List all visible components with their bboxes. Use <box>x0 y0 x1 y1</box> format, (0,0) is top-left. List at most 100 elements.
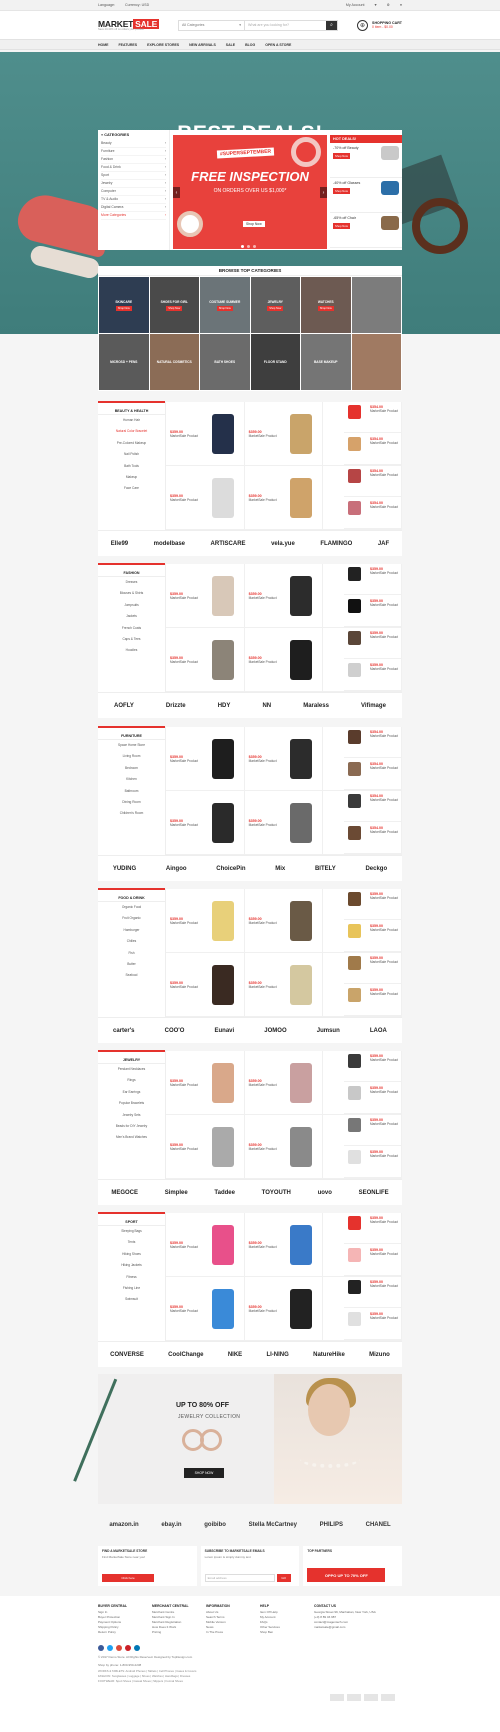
category-tile[interactable]: WATCHES Shop Now <box>301 277 351 333</box>
partner-logo[interactable]: amazon.in <box>109 1522 138 1528</box>
brand-logo[interactable]: Mizuno <box>369 1352 390 1358</box>
subcategory-link[interactable]: Caps & Tees <box>98 634 165 645</box>
subscribe-button[interactable]: GO <box>276 1574 291 1582</box>
category-tile[interactable]: JEWELRY Shop Now <box>250 277 300 333</box>
product-card[interactable]: $359.00 MarketSale Product <box>244 727 324 791</box>
side-product[interactable]: $359.00 MarketSale Product <box>344 889 402 920</box>
side-product[interactable]: $354.00 MarketSale Product <box>344 759 402 790</box>
side-product[interactable]: $359.00 MarketSale Product <box>344 628 402 659</box>
subcategory-link[interactable]: Blouses & Shirts <box>98 588 165 599</box>
subcategory-link[interactable]: Dining Room <box>98 797 165 808</box>
brand-logo[interactable]: COO'O <box>165 1028 185 1034</box>
subcategory-link[interactable]: Bathroom <box>98 786 165 797</box>
slide-button[interactable]: Shop Now <box>243 221 265 227</box>
subcategory-link[interactable]: Hoodies <box>98 645 165 656</box>
language-select[interactable]: Language: <box>98 3 115 7</box>
tile-shop-button[interactable]: Shop Now <box>166 305 183 311</box>
nav-item-4[interactable]: SALE <box>226 43 235 47</box>
subcategory-link[interactable]: Seafood <box>98 970 165 981</box>
brand-logo[interactable]: JAF <box>378 541 389 547</box>
shop-now-button[interactable]: Shop Now <box>333 153 350 159</box>
brand-logo[interactable]: YUDING <box>113 866 136 872</box>
tile-shop-button[interactable]: Shop Now <box>267 305 284 311</box>
facebook-icon[interactable] <box>98 1645 104 1651</box>
email-field[interactable]: Email address <box>204 1574 275 1582</box>
footer-link[interactable]: Shop Ben <box>260 1630 306 1635</box>
category-tile[interactable]: FLOOR STAND <box>250 334 300 390</box>
promo-slider[interactable]: #SUPERSEPTEMBER FREE INSPECTION ON ORDER… <box>173 135 327 249</box>
partner-logo[interactable]: goibibo <box>204 1522 226 1528</box>
hot-deal-item[interactable]: -40% off Glasses Shop Now <box>330 178 402 213</box>
brand-logo[interactable]: ChoicePin <box>216 866 245 872</box>
footer-link[interactable]: Pricing <box>152 1630 198 1635</box>
product-card[interactable]: $359.00 MarketSale Product <box>166 889 245 953</box>
side-product[interactable]: $359.00 MarketSale Product <box>344 596 402 627</box>
hot-deal-item[interactable]: -65% off Chair Shop Now <box>330 213 402 248</box>
pinterest-icon[interactable] <box>125 1645 131 1651</box>
brand-logo[interactable]: LAOA <box>370 1028 387 1034</box>
click-here-button[interactable]: Click here <box>102 1574 154 1582</box>
category-tile[interactable]: BATH SHOES <box>200 334 250 390</box>
category-item[interactable]: More Categories › <box>101 212 166 220</box>
subcategory-link[interactable]: Beads for DIY Jewelry <box>98 1121 165 1132</box>
subcategory-link[interactable]: Jumpsuits <box>98 600 165 611</box>
category-item[interactable]: Furniture › <box>101 148 166 156</box>
side-product[interactable]: $359.00 MarketSale Product <box>344 564 402 595</box>
subcategory-link[interactable]: Jewelry Sets <box>98 1110 165 1121</box>
product-card[interactable]: $359.00 MarketSale Product <box>166 1115 245 1179</box>
brand-logo[interactable]: Vifimage <box>361 703 386 709</box>
subcategory-link[interactable]: Jackets <box>98 611 165 622</box>
linkedin-icon[interactable] <box>134 1645 140 1651</box>
brand-logo[interactable]: HDY <box>218 703 231 709</box>
tile-shop-button[interactable]: Shop Now <box>317 305 334 311</box>
subcategory-link[interactable]: Hamburger <box>98 925 165 936</box>
product-card[interactable]: $359.00 MarketSale Product <box>244 791 324 855</box>
product-card[interactable]: $359.00 MarketSale Product <box>244 1051 324 1115</box>
brand-logo[interactable]: NIKE <box>228 1352 242 1358</box>
subcategory-link[interactable]: Fish <box>98 948 165 959</box>
nav-item-1[interactable]: FEATURES <box>119 43 138 47</box>
subcategory-link[interactable]: Bedroom <box>98 763 165 774</box>
prev-arrow-icon[interactable]: ‹ <box>173 187 180 198</box>
side-product[interactable]: $359.00 MarketSale Product <box>344 1245 402 1276</box>
category-item[interactable]: Digital Camera › <box>101 204 166 212</box>
subcategory-link[interactable]: Butter <box>98 959 165 970</box>
product-card[interactable]: $359.00 MarketSale Product <box>244 1115 324 1179</box>
brand-logo[interactable]: NN <box>262 703 271 709</box>
side-product[interactable]: $359.00 MarketSale Product <box>344 921 402 952</box>
brand-logo[interactable]: Drizzte <box>166 703 186 709</box>
category-tile[interactable]: MICROSD + PENS <box>99 334 149 390</box>
subcategory-link[interactable]: Natural Color Bracelet <box>98 426 165 437</box>
partner-logo[interactable]: CHANEL <box>366 1522 391 1528</box>
brand-logo[interactable]: FLAMINGO <box>320 541 352 547</box>
product-card[interactable]: $359.00 MarketSale Product <box>244 402 324 466</box>
side-product[interactable]: $359.00 MarketSale Product <box>344 1115 402 1146</box>
side-product[interactable]: $354.00 MarketSale Product <box>344 498 402 529</box>
side-product[interactable]: $354.00 MarketSale Product <box>344 434 402 465</box>
category-tile[interactable]: NATURAL COSMETICS <box>149 334 199 390</box>
nav-item-0[interactable]: HOME <box>98 43 109 47</box>
product-card[interactable]: $359.00 MarketSale Product <box>244 889 324 953</box>
brand-logo[interactable]: Maraless <box>303 703 329 709</box>
category-item[interactable]: TV & Audio › <box>101 196 166 204</box>
account-link[interactable]: My Account <box>346 3 365 7</box>
jewelry-promo[interactable]: UP TO 80% OFF JEWELRY COLLECTION SHOP NO… <box>73 1374 402 1504</box>
category-tile[interactable]: COSTUME SUMMER Shop Now <box>200 277 250 333</box>
twitter-icon[interactable] <box>107 1645 113 1651</box>
side-product[interactable]: $354.00 MarketSale Product <box>344 466 402 497</box>
subcategory-link[interactable]: Hiking Shoes <box>98 1249 165 1260</box>
hot-deal-item[interactable]: -70% off Beauty Shop Now <box>330 143 402 178</box>
product-card[interactable]: $359.00 MarketSale Product <box>244 953 324 1017</box>
shop-now-button[interactable]: Shop Now <box>333 188 350 194</box>
brand-logo[interactable]: Aingoo <box>166 866 187 872</box>
category-item[interactable]: Computer › <box>101 188 166 196</box>
tile-shop-button[interactable]: Shop Now <box>216 305 233 311</box>
side-product[interactable]: $359.00 MarketSale Product <box>344 660 402 691</box>
side-product[interactable]: $354.00 MarketSale Product <box>344 791 402 822</box>
subcategory-link[interactable]: Face Care <box>98 483 165 494</box>
google-icon[interactable] <box>116 1645 122 1651</box>
subcategory-link[interactable]: Popular Bracelets <box>98 1098 165 1109</box>
nav-item-6[interactable]: OPEN A STORE <box>265 43 291 47</box>
product-card[interactable]: $359.00 MarketSale Product <box>244 1213 324 1277</box>
brand-logo[interactable]: MEGOCE <box>111 1190 138 1196</box>
